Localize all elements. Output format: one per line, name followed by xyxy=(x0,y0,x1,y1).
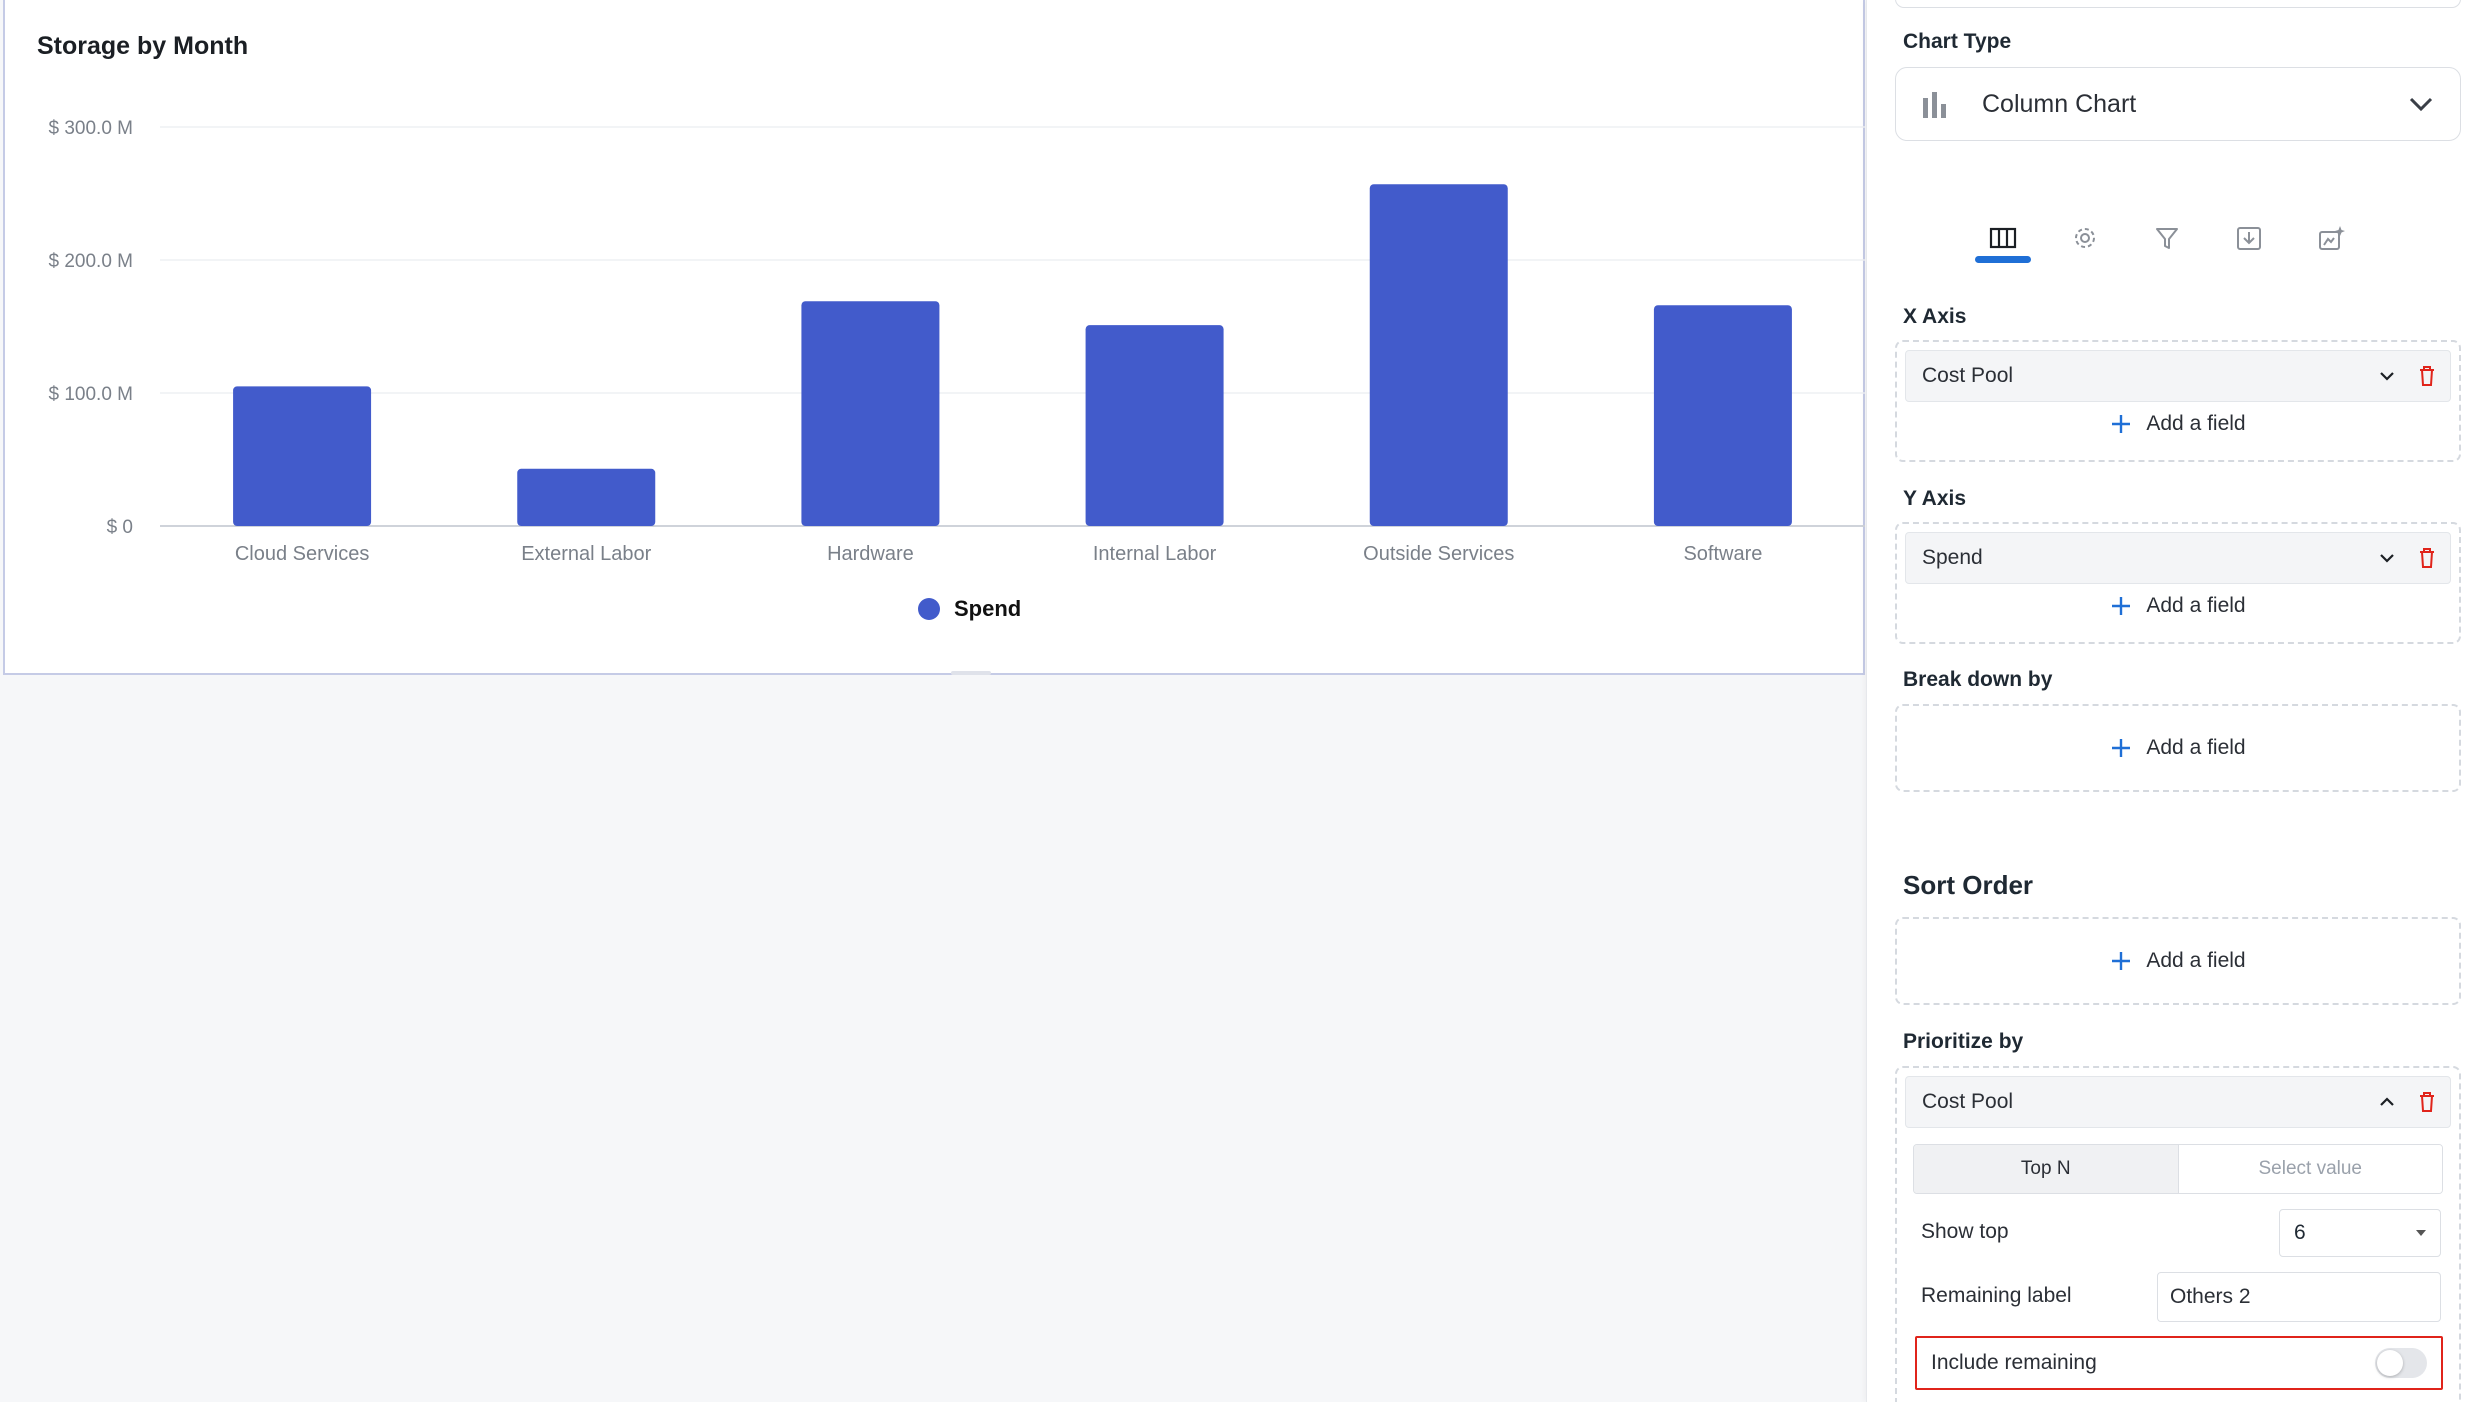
add-field-label: Add a field xyxy=(2146,594,2246,617)
caret-down-icon xyxy=(2416,1230,2426,1236)
gear-icon xyxy=(2075,228,2095,248)
chart-type-value: Column Chart xyxy=(1982,89,2137,118)
prioritize-label: Prioritize by xyxy=(1903,1030,2024,1053)
chevron-down-icon xyxy=(2409,97,2433,112)
chart-type-label: Chart Type xyxy=(1903,30,2012,53)
active-tab-indicator xyxy=(1975,256,2031,263)
y-tick-label: $ 200.0 M xyxy=(49,251,134,272)
trash-icon[interactable] xyxy=(2416,546,2438,570)
bar-chart-icon xyxy=(1923,92,1946,118)
x-tick-label: External Labor xyxy=(521,543,651,565)
resize-handle[interactable] xyxy=(951,671,991,675)
legend-label: Spend xyxy=(954,596,1022,621)
plus-icon xyxy=(2112,739,2131,757)
tab-ai[interactable] xyxy=(2303,210,2359,266)
columns-icon xyxy=(1989,227,2017,249)
y-tick-label: $ 300.0 M xyxy=(49,118,134,139)
download-icon xyxy=(2237,227,2261,250)
panel-top-field[interactable] xyxy=(1895,0,2461,8)
show-top-select[interactable]: 6 xyxy=(2279,1209,2441,1257)
tab-columns[interactable] xyxy=(1975,210,2031,266)
plus-icon xyxy=(2112,952,2131,970)
x-axis-dropzone: Cost Pool Add a field xyxy=(1895,340,2461,462)
trash-icon[interactable] xyxy=(2416,364,2438,388)
filter-icon xyxy=(2156,228,2178,249)
remaining-label-label: Remaining label xyxy=(1921,1284,2072,1307)
plus-icon xyxy=(2112,597,2131,615)
tab-settings[interactable] xyxy=(2057,210,2113,266)
sort-order-label: Sort Order xyxy=(1903,870,2034,900)
prioritize-dropzone: Cost Pool Top N Select value Show top 6 … xyxy=(1895,1066,2461,1402)
config-tabs xyxy=(1975,210,2415,270)
chart-card: Storage by Month $ 0 $ 100.0 M $ 200.0 M $ … xyxy=(3,0,1865,675)
add-field-label: Add a field xyxy=(2146,736,2246,759)
ai-sparkle-icon xyxy=(2319,226,2345,250)
bar xyxy=(1653,305,1792,526)
x-axis-label: X Axis xyxy=(1903,305,1967,328)
chevron-up-icon[interactable] xyxy=(2376,1091,2398,1113)
x-axis-field-label: Cost Pool xyxy=(1922,364,2014,387)
y-tick-label: $ 100.0 M xyxy=(49,384,134,405)
chevron-down-icon[interactable] xyxy=(2376,365,2398,387)
plus-icon xyxy=(2112,415,2131,433)
add-field-label: Add a field xyxy=(2146,949,2246,972)
chart-legend[interactable]: Spend xyxy=(918,596,1021,622)
bar xyxy=(517,468,656,526)
break-down-label: Break down by xyxy=(1903,668,2053,691)
x-tick-label: Outside Services xyxy=(1363,543,1514,565)
y-axis-label: Y Axis xyxy=(1903,487,1967,510)
bar xyxy=(1085,325,1224,526)
y-axis-field-label: Spend xyxy=(1922,546,1983,569)
prioritize-field[interactable]: Cost Pool xyxy=(1905,1076,2451,1128)
include-remaining-toggle[interactable] xyxy=(2375,1348,2427,1378)
chart-config-panel: Chart Type Column Chart X Axis Cost Pool… xyxy=(1866,0,2486,1402)
y-tick-label: $ 0 xyxy=(107,517,133,538)
chevron-down-icon[interactable] xyxy=(2376,547,2398,569)
add-field-label: Add a field xyxy=(2146,412,2246,435)
x-axis-field[interactable]: Cost Pool xyxy=(1905,350,2451,402)
sort-order-add-field-button[interactable]: Add a field xyxy=(1897,949,2459,973)
show-top-value: 6 xyxy=(2294,1221,2306,1244)
chart-type-select[interactable]: Column Chart xyxy=(1895,67,2461,141)
toggle-knob xyxy=(2377,1350,2403,1376)
x-axis-add-field-button[interactable]: Add a field xyxy=(1897,412,2459,436)
prioritize-field-label: Cost Pool xyxy=(1922,1090,2014,1113)
tab-filter[interactable] xyxy=(2139,210,2195,266)
bar xyxy=(801,301,940,526)
y-axis-add-field-button[interactable]: Add a field xyxy=(1897,594,2459,618)
break-down-add-field-button[interactable]: Add a field xyxy=(1897,736,2459,760)
show-top-label: Show top xyxy=(1921,1220,2009,1243)
remaining-label-input[interactable]: Others 2 xyxy=(2157,1272,2441,1322)
y-axis-dropzone: Spend Add a field xyxy=(1895,522,2461,644)
sort-order-dropzone: Add a field xyxy=(1895,917,2461,1005)
legend-swatch xyxy=(918,598,940,620)
include-remaining-label: Include remaining xyxy=(1931,1351,2097,1374)
include-remaining-row: Include remaining xyxy=(1915,1336,2443,1390)
select-value-button[interactable]: Select value xyxy=(2178,1145,2442,1193)
x-tick-label: Internal Labor xyxy=(1093,543,1217,565)
x-tick-label: Hardware xyxy=(827,543,914,565)
y-axis-field[interactable]: Spend xyxy=(1905,532,2451,584)
priority-mode-toggle: Top N Select value xyxy=(1913,1144,2443,1194)
bar xyxy=(233,386,372,526)
column-chart: $ 0 $ 100.0 M $ 200.0 M $ 300.0 M Cloud Serv… xyxy=(49,118,1865,565)
x-tick-label: Software xyxy=(1683,543,1762,565)
bar xyxy=(1369,184,1508,526)
break-down-dropzone: Add a field xyxy=(1895,704,2461,792)
x-tick-label: Cloud Services xyxy=(235,543,370,565)
tab-download[interactable] xyxy=(2221,210,2277,266)
trash-icon[interactable] xyxy=(2416,1090,2438,1114)
top-n-button[interactable]: Top N xyxy=(1914,1145,2179,1193)
